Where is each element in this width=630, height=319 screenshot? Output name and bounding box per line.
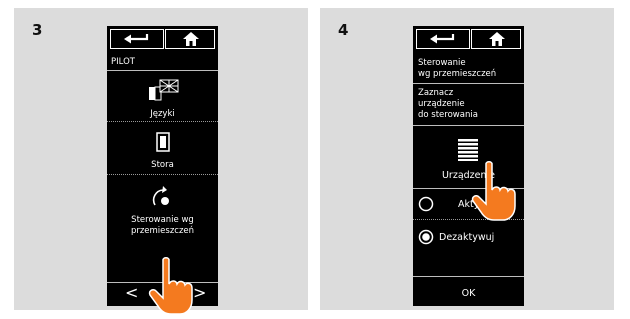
motion-control-icon: [152, 186, 169, 206]
home-icon: [489, 32, 505, 46]
blind-slats-icon: [458, 139, 478, 161]
instruction-line3: do sterowania: [418, 110, 478, 120]
radio-unselected-icon: [418, 196, 434, 212]
home-button[interactable]: [165, 29, 215, 49]
back-arrow-icon: [124, 34, 149, 44]
back-button[interactable]: [416, 29, 470, 49]
step-3-panel: 3 PILOT Języki Stora Sterowanie wg przem…: [14, 8, 308, 315]
screen-title-line1: Sterowanie: [418, 58, 466, 68]
ok-button[interactable]: OK: [413, 288, 524, 299]
previous-button[interactable]: <: [125, 285, 138, 301]
menu-item-blind[interactable]: Stora: [107, 122, 218, 174]
pointing-hand-icon: [471, 161, 516, 221]
menu-item-languages[interactable]: Języki: [107, 71, 218, 121]
step-number: 3: [32, 21, 43, 39]
top-bar: [107, 26, 218, 52]
menu-item-label: Stora: [151, 160, 174, 170]
language-flags-icon: [149, 79, 179, 101]
divider: [413, 83, 524, 84]
screen-title-line2: wg przemieszczeń: [418, 69, 497, 79]
pointing-hand-icon: [148, 257, 193, 315]
menu-item-label: Języki: [150, 109, 175, 119]
option-label: Dezaktywuj: [439, 232, 495, 243]
instruction-line1: Zaznacz: [418, 88, 454, 98]
step-number: 4: [338, 21, 349, 39]
divider: [413, 276, 524, 277]
step-4-panel: 4 Sterowanie wg przemieszczeń Zaznacz ur…: [320, 8, 614, 310]
radio-selected-icon: [418, 229, 434, 245]
home-icon: [183, 32, 199, 46]
menu-item-label-line1: Sterowanie wg: [131, 215, 194, 225]
menu-item-label-line2: przemieszczeń: [130, 226, 195, 236]
instruction-line2: urządzenie: [418, 99, 465, 109]
top-bar: [413, 26, 524, 52]
menu-header: PILOT: [111, 57, 135, 67]
blind-device-icon: [156, 132, 170, 152]
menu-item-motion-control[interactable]: Sterowanie wg przemieszczeń: [107, 175, 218, 243]
home-button[interactable]: [471, 29, 521, 49]
back-button[interactable]: [110, 29, 164, 49]
back-arrow-icon: [430, 34, 455, 44]
